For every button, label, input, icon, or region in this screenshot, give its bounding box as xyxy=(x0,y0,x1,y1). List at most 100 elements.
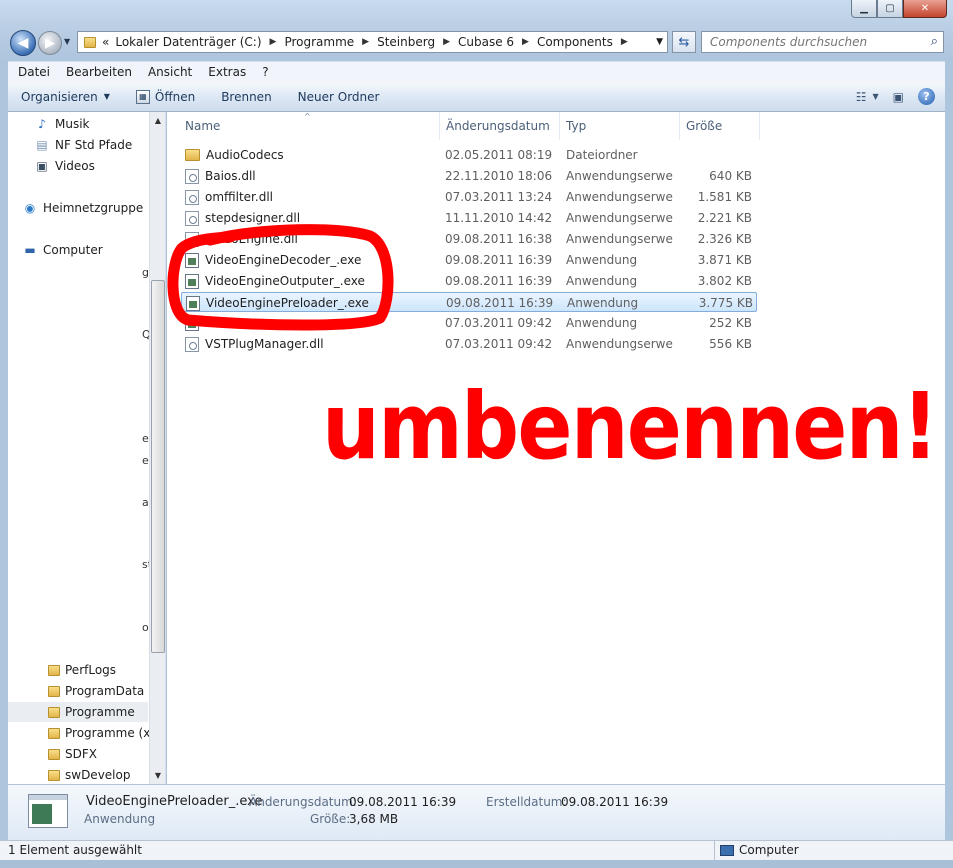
file-row[interactable]: VideoEngine.dll 09.08.2011 16:38 Anwendung… xyxy=(181,229,757,249)
file-row[interactable]: stepdesigner.dll 11.11.2010 14:42 Anwendun… xyxy=(181,208,757,228)
file-row[interactable]: VideoEnginePreloader_.exe 09.08.2011 16:3… xyxy=(181,292,757,312)
file-name-cell xyxy=(185,313,440,333)
details-created-label: Erstelldatum: xyxy=(486,795,567,809)
menu-help[interactable]: ? xyxy=(254,65,276,79)
nav-item-nf-std-pfade[interactable]: ▤ NF Std Pfade xyxy=(34,135,132,155)
nav-item-musik[interactable]: ♪ Musik xyxy=(34,114,89,134)
menu-datei[interactable]: Datei xyxy=(10,65,58,79)
details-modified-value: 09.08.2011 16:39 xyxy=(349,795,457,809)
file-name: omffilter.dll xyxy=(205,190,273,204)
music-note-icon: ♪ xyxy=(38,117,46,131)
refresh-icon: ⇆ xyxy=(678,34,690,50)
new-folder-button[interactable]: Neuer Ordner xyxy=(285,90,393,104)
file-type-cell: Anwendung xyxy=(566,316,638,330)
column-header-name[interactable]: Name xyxy=(179,112,440,140)
open-button[interactable]: ▦ Öffnen xyxy=(123,89,208,104)
menu-extras[interactable]: Extras xyxy=(200,65,254,79)
preview-pane-icon[interactable]: ▣ xyxy=(893,90,904,104)
nav-folder-perflogs[interactable]: PerfLogs xyxy=(46,660,116,680)
breadcrumb-cubase[interactable]: Cubase 6 ▶ xyxy=(458,35,537,49)
address-dropdown-icon[interactable]: ▼ xyxy=(656,37,663,47)
status-bar: 1 Element ausgewählt Computer xyxy=(0,840,953,861)
breadcrumb-components[interactable]: Components ▶ xyxy=(537,35,636,49)
file-name: Baios.dll xyxy=(205,169,256,183)
column-header-type[interactable]: Typ xyxy=(560,112,680,140)
column-header-date[interactable]: Änderungsdatum xyxy=(440,112,560,140)
clipped-text: a xyxy=(142,496,149,509)
application-icon xyxy=(28,794,68,828)
chevron-right-icon[interactable]: ▶ xyxy=(270,37,277,47)
file-row[interactable]: Baios.dll 22.11.2010 18:06 Anwendungserwe.… xyxy=(181,166,757,186)
file-row[interactable]: AudioCodecs 02.05.2011 08:19 Dateiordner xyxy=(181,145,757,165)
organize-button[interactable]: Organisieren ▼ xyxy=(8,90,123,104)
folder-icon xyxy=(84,36,96,48)
refresh-button[interactable]: ⇆ xyxy=(672,31,696,53)
details-modified-label: Änderungsdatum: xyxy=(249,795,357,809)
address-overflow[interactable]: « xyxy=(102,35,109,49)
status-selection-count: 1 Element ausgewählt xyxy=(8,843,142,857)
nav-scrollbar[interactable]: ▲ ▼ xyxy=(149,112,165,784)
breadcrumb-drive[interactable]: Lokaler Datenträger (C:) ▶ xyxy=(115,35,284,49)
file-date-cell: 09.08.2011 16:39 xyxy=(445,274,553,288)
nav-item-computer[interactable]: ▬ Computer xyxy=(22,240,102,260)
file-date-cell: 02.05.2011 08:19 xyxy=(445,148,553,162)
dll-file-icon xyxy=(185,231,199,247)
chevron-right-icon[interactable]: ▶ xyxy=(362,37,369,47)
chevron-right-icon[interactable]: ▶ xyxy=(522,37,529,47)
file-row[interactable]: VSTPlugManager.dll 07.03.2011 09:42 Anwend… xyxy=(181,334,757,354)
nav-folder-programme-x86[interactable]: Programme (x86) xyxy=(46,723,165,743)
file-name: VideoEngineOutputer_.exe xyxy=(205,274,365,288)
app-window-icon: ▦ xyxy=(135,89,150,104)
view-dropdown-icon[interactable]: ▼ xyxy=(873,92,879,101)
maximize-button[interactable]: ▢ xyxy=(877,0,903,18)
scroll-up-icon[interactable]: ▲ xyxy=(150,112,165,129)
breadcrumb-steinberg[interactable]: Steinberg ▶ xyxy=(377,35,458,49)
search-input[interactable] xyxy=(710,35,915,49)
forward-button[interactable]: ▶ xyxy=(38,31,62,55)
address-bar[interactable]: « Lokaler Datenträger (C:) ▶ Programme ▶ S… xyxy=(77,31,668,53)
dll-file-icon xyxy=(185,210,199,226)
application-icon xyxy=(185,315,199,331)
menu-bearbeiten[interactable]: Bearbeiten xyxy=(58,65,140,79)
recent-pages-dropdown[interactable]: ▼ xyxy=(64,37,70,46)
nav-folder-programdata[interactable]: ProgramData xyxy=(46,681,144,701)
file-type-cell: Anwendung xyxy=(566,253,638,267)
chevron-right-icon[interactable]: ▶ xyxy=(621,37,628,47)
caption-buttons: ▁ ▢ ✕ xyxy=(851,0,947,18)
help-icon[interactable]: ? xyxy=(918,88,935,105)
file-size-cell: 3.802 KB xyxy=(697,274,752,288)
file-date-cell: 07.03.2011 09:42 xyxy=(445,337,553,351)
file-row[interactable]: 07.03.2011 09:42 Anwendung 252 KB xyxy=(181,313,757,333)
chevron-right-icon[interactable]: ▶ xyxy=(443,37,450,47)
breadcrumb-programme[interactable]: Programme ▶ xyxy=(284,35,377,49)
file-row[interactable]: VideoEngineDecoder_.exe 09.08.2011 16:39 A… xyxy=(181,250,757,270)
back-button[interactable]: ◀ xyxy=(10,30,36,56)
file-date-cell: 09.08.2011 16:38 xyxy=(445,232,553,246)
file-type-cell: Anwendungserwe... xyxy=(566,337,674,351)
nav-item-videos[interactable]: ▣ Videos xyxy=(34,156,95,176)
burn-button[interactable]: Brennen xyxy=(208,90,284,104)
file-row[interactable]: VideoEngineOutputer_.exe 09.08.2011 16:39… xyxy=(181,271,757,291)
details-filename: VideoEnginePreloader_.exe xyxy=(86,794,263,809)
search-icon[interactable]: ⌕ xyxy=(931,34,938,49)
scroll-down-icon[interactable]: ▼ xyxy=(150,767,165,784)
file-name-cell: VideoEngineOutputer_.exe xyxy=(185,271,440,291)
file-name: VideoEnginePreloader_.exe xyxy=(206,296,369,310)
file-type-cell: Anwendung xyxy=(566,274,638,288)
folder-icon xyxy=(185,149,200,161)
minimize-button[interactable]: ▁ xyxy=(851,0,877,18)
nav-folder-swdevelop[interactable]: swDevelop xyxy=(46,765,130,784)
nav-folder-sdfx[interactable]: SDFX xyxy=(46,744,97,764)
file-size-cell: 3.871 KB xyxy=(697,253,752,267)
navigation-pane: ♪ Musik ▤ NF Std Pfade ▣ Videos ◉ Heimnetzgr… xyxy=(8,112,166,784)
close-button[interactable]: ✕ xyxy=(903,0,947,18)
scrollbar-thumb[interactable] xyxy=(151,280,165,653)
nav-folder-programme[interactable]: Programme xyxy=(8,702,148,722)
file-date-cell: 07.03.2011 09:42 xyxy=(445,316,553,330)
file-row[interactable]: omffilter.dll 07.03.2011 13:24 Anwendungse… xyxy=(181,187,757,207)
search-box[interactable]: ⌕ xyxy=(701,31,944,53)
nav-item-homegroup[interactable]: ◉ Heimnetzgruppe xyxy=(22,198,143,218)
view-options-icon[interactable]: ☷ xyxy=(856,90,867,104)
column-header-size[interactable]: Größe xyxy=(680,112,760,140)
menu-ansicht[interactable]: Ansicht xyxy=(140,65,200,79)
